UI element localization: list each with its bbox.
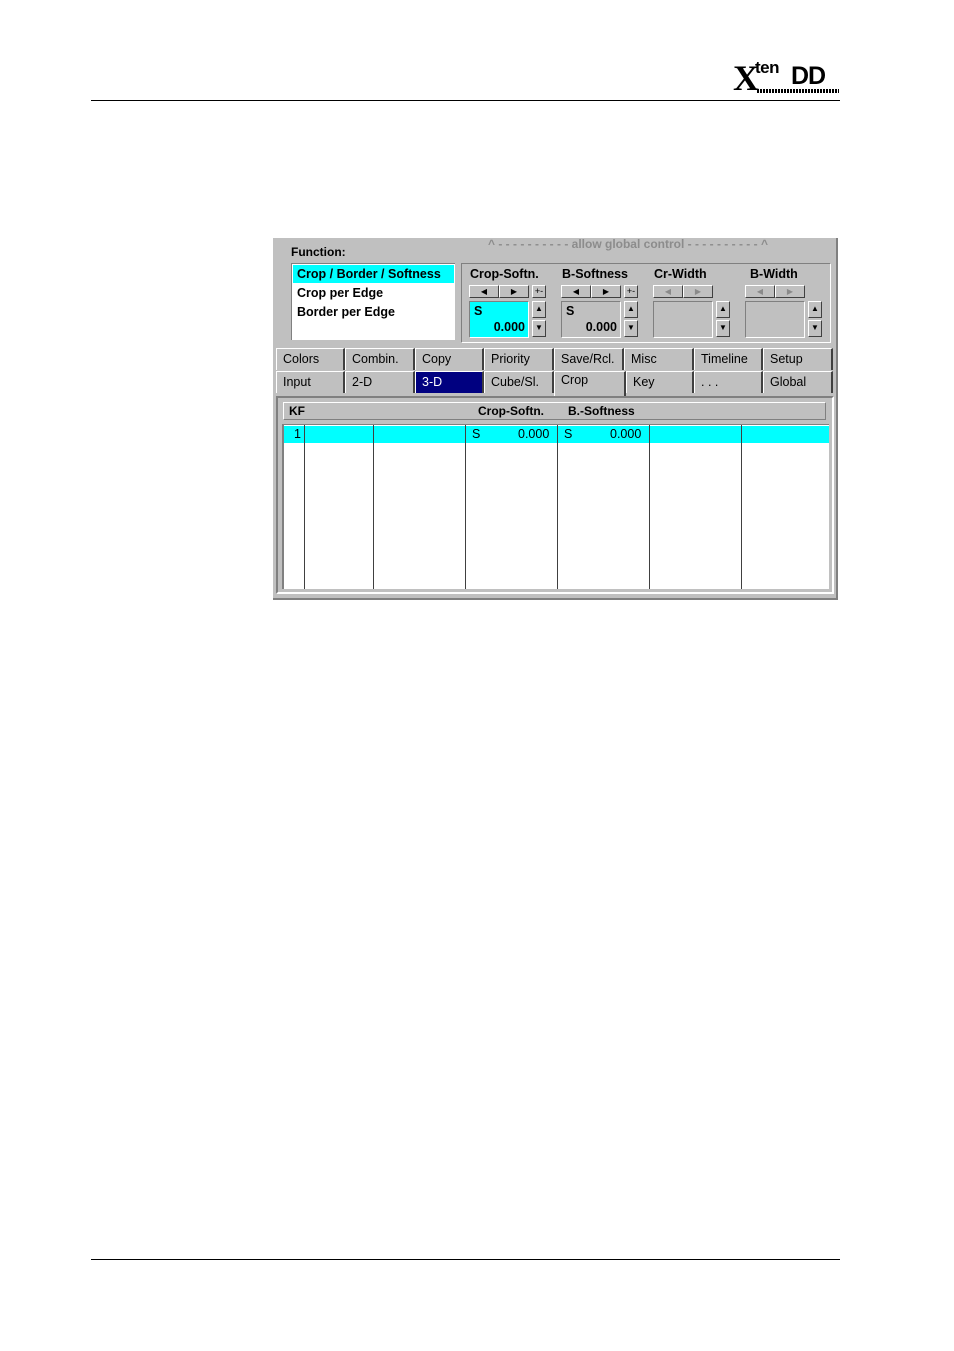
function-item-crop-border-softness[interactable]: Crop / Border / Softness	[293, 265, 454, 283]
crop-softness-value: 0.000	[493, 320, 525, 334]
tab-save-rcl[interactable]: Save/Rcl.	[554, 348, 624, 370]
b-width-label: B-Width	[750, 267, 798, 281]
parameter-controls: Crop-Softn. ◀ ▶ +- S 0.000 ▲ ▼ B-Softnes…	[461, 263, 831, 343]
column-divider	[304, 425, 305, 589]
column-divider	[649, 425, 650, 589]
cr-width-label: Cr-Width	[654, 267, 707, 281]
spin-up-icon[interactable]: ▲	[808, 301, 822, 318]
cr-width-control: Cr-Width ◀ ▶ ▲ ▼	[646, 264, 730, 342]
tab-copy[interactable]: Copy	[415, 348, 484, 370]
crop-softness-control: Crop-Softn. ◀ ▶ +- S 0.000 ▲ ▼	[462, 264, 546, 342]
cell-crop-mode: S	[472, 427, 481, 441]
spin-down-icon[interactable]: ▼	[532, 320, 546, 337]
arrow-left-icon[interactable]: ◀	[469, 285, 499, 298]
tab-setup[interactable]: Setup	[763, 348, 833, 370]
arrow-left-icon: ◀	[745, 285, 775, 298]
cell-b-value: 0.000	[610, 427, 642, 441]
tab-combin[interactable]: Combin.	[345, 348, 415, 370]
column-divider	[465, 425, 466, 589]
function-label: Function:	[291, 245, 346, 259]
spin-down-icon[interactable]: ▼	[808, 320, 822, 337]
column-divider	[557, 425, 558, 589]
tab-more[interactable]: . . .	[694, 371, 763, 393]
b-softness-control: B-Softness ◀ ▶ +- S 0.000 ▲ ▼	[554, 264, 638, 342]
header-b-softness: B.-Softness	[568, 404, 635, 418]
header-crop-softn: Crop-Softn.	[478, 404, 544, 418]
tab-timeline[interactable]: Timeline	[694, 348, 763, 370]
menu-tabs: Colors Combin. Copy Priority Save/Rcl. M…	[276, 348, 833, 396]
logo-x: X	[733, 58, 759, 98]
keyframe-table: KF Crop-Softn. B.-Softness 1 S 0.000 S 0…	[276, 396, 834, 594]
arrow-left-icon[interactable]: ◀	[561, 285, 591, 298]
tab-cube-sl[interactable]: Cube/Sl.	[484, 371, 554, 393]
table-header: KF Crop-Softn. B.-Softness	[283, 402, 826, 420]
logo-ten: ten	[755, 58, 780, 77]
spin-down-icon[interactable]: ▼	[624, 320, 638, 337]
table-body[interactable]: 1 S 0.000 S 0.000	[282, 424, 829, 589]
b-width-value-field	[745, 301, 805, 338]
function-item-crop-per-edge[interactable]: Crop per Edge	[293, 284, 454, 302]
tab-priority[interactable]: Priority	[484, 348, 554, 370]
cell-crop-value: 0.000	[518, 427, 550, 441]
tab-input[interactable]: Input	[276, 371, 345, 393]
b-softness-label: B-Softness	[562, 267, 628, 281]
crop-softness-label: Crop-Softn.	[470, 267, 539, 281]
cr-width-value-field	[653, 301, 713, 338]
header-kf: KF	[289, 404, 305, 418]
arrow-left-icon: ◀	[653, 285, 683, 298]
plus-minus-button[interactable]: +-	[624, 285, 638, 298]
arrow-right-icon[interactable]: ▶	[591, 285, 621, 298]
column-divider	[373, 425, 374, 589]
column-divider	[741, 425, 742, 589]
spin-up-icon[interactable]: ▲	[624, 301, 638, 318]
tab-misc[interactable]: Misc	[624, 348, 694, 370]
cell-b-mode: S	[564, 427, 573, 441]
tab-colors[interactable]: Colors	[276, 348, 345, 370]
plus-minus-button[interactable]: +-	[532, 285, 546, 298]
arrow-right-icon: ▶	[775, 285, 805, 298]
arrow-right-icon[interactable]: ▶	[499, 285, 529, 298]
b-softness-value-field[interactable]: S 0.000	[561, 301, 621, 338]
tab-key[interactable]: Key	[626, 371, 694, 393]
b-softness-mode: S	[566, 304, 575, 318]
footer-rule	[91, 1259, 840, 1260]
spin-up-icon[interactable]: ▲	[532, 301, 546, 318]
tab-crop[interactable]: Crop	[554, 371, 626, 396]
function-item-border-per-edge[interactable]: Border per Edge	[293, 303, 454, 321]
tab-3d[interactable]: 3-D	[415, 371, 484, 393]
function-list[interactable]: Crop / Border / Softness Crop per Edge B…	[291, 263, 455, 340]
tab-global[interactable]: Global	[763, 371, 833, 393]
b-width-control: B-Width ◀ ▶ ▲ ▼	[738, 264, 822, 342]
header-rule	[91, 100, 840, 101]
xten-dd-logo: X ten DD	[733, 58, 841, 98]
arrow-right-icon: ▶	[683, 285, 713, 298]
allow-global-control-label: ^ - - - - - - - - - - allow global contr…	[488, 237, 768, 251]
tab-2d[interactable]: 2-D	[345, 371, 415, 393]
crop-softness-mode: S	[474, 304, 483, 318]
spin-down-icon[interactable]: ▼	[716, 320, 730, 337]
crop-softness-value-field[interactable]: S 0.000	[469, 301, 529, 338]
spin-up-icon[interactable]: ▲	[716, 301, 730, 318]
crop-menu-panel: ^ - - - - - - - - - - allow global contr…	[273, 237, 838, 600]
b-softness-value: 0.000	[585, 320, 617, 334]
cell-kf: 1	[294, 427, 301, 441]
logo-tagline-graphic	[757, 89, 839, 93]
logo-dd: DD	[791, 62, 826, 90]
